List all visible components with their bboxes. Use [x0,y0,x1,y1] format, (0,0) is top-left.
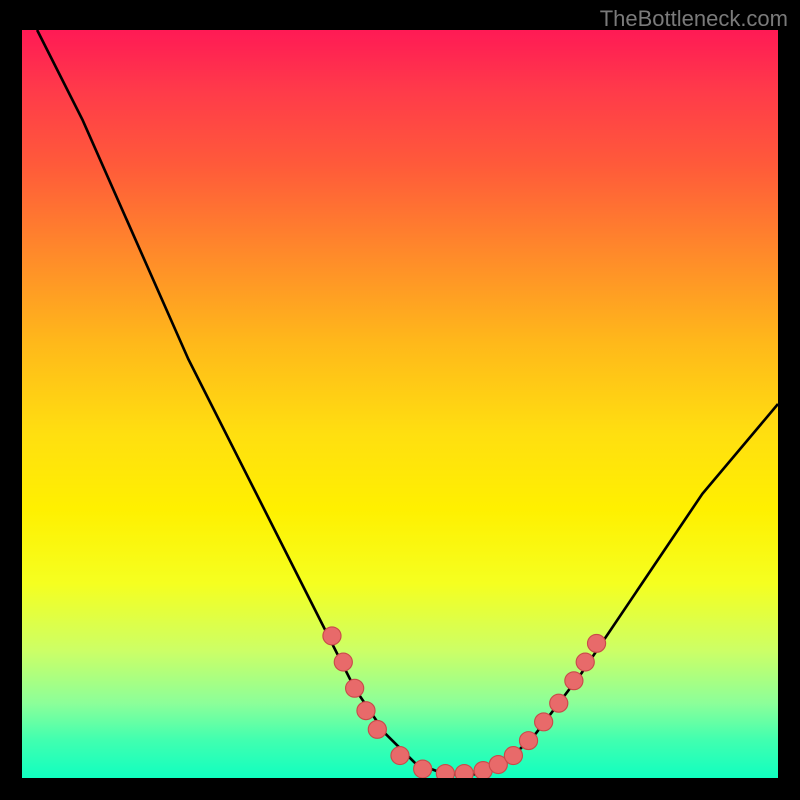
data-marker [535,713,553,731]
data-marker [323,627,341,645]
marker-group [323,627,606,778]
data-marker [550,694,568,712]
bottleneck-curve [37,30,778,774]
data-marker [519,732,537,750]
data-marker [576,653,594,671]
data-marker [504,747,522,765]
data-marker [346,679,364,697]
watermark-text: TheBottleneck.com [600,6,788,32]
data-marker [368,720,386,738]
data-marker [436,765,454,778]
data-marker [414,760,432,778]
chart-container: TheBottleneck.com [0,0,800,800]
plot-area [22,30,778,778]
data-marker [334,653,352,671]
curve-svg [22,30,778,778]
data-marker [455,765,473,778]
data-marker [565,672,583,690]
data-marker [357,702,375,720]
data-marker [587,634,605,652]
data-marker [391,747,409,765]
